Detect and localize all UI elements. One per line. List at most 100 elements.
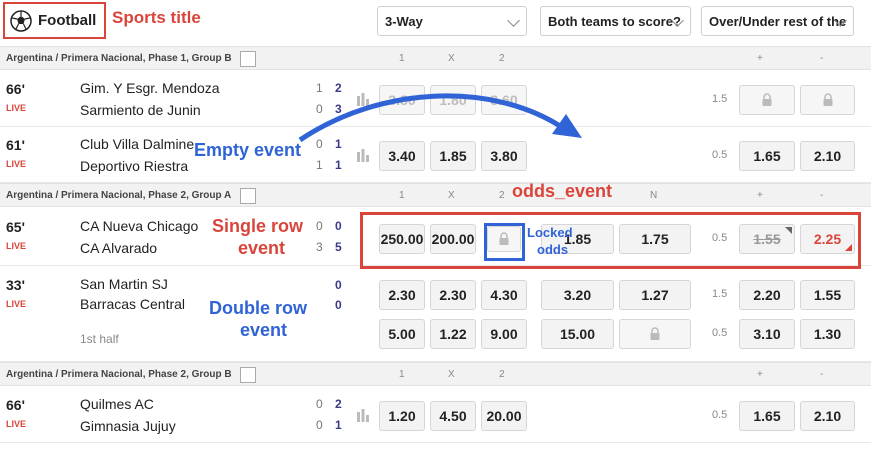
market-select-1-label: 3-Way	[385, 13, 423, 29]
annotation-single-row-1: Single row	[212, 216, 304, 236]
score: 0	[316, 219, 323, 233]
score: 0	[316, 397, 323, 411]
football-icon	[10, 9, 32, 32]
odds-button[interactable]: 2.30	[430, 280, 476, 310]
odds-button[interactable]: 20.00	[481, 401, 527, 431]
col-head-n: N	[650, 190, 658, 201]
stats-icon[interactable]	[240, 188, 256, 204]
odds-button[interactable]: 4.50	[430, 401, 476, 431]
sports-title[interactable]: Football	[3, 2, 106, 39]
odds-button[interactable]: 2.10	[800, 401, 855, 431]
match-minute: 65'	[6, 219, 25, 235]
odds-button[interactable]: 1.55	[800, 280, 855, 310]
odds-button[interactable]: 1.22	[430, 319, 476, 349]
locked-odds	[739, 85, 795, 115]
annotation-locked-2: odds	[537, 242, 569, 257]
score: 2	[335, 397, 342, 411]
market-select-2[interactable]: Both teams to score?	[540, 6, 691, 36]
odds-button[interactable]: 9.00	[481, 319, 527, 349]
col-head-x: X	[448, 190, 455, 201]
chevron-down-icon	[507, 14, 520, 27]
col-head-plus: +	[757, 53, 763, 64]
market-select-1[interactable]: 3-Way	[377, 6, 527, 36]
col-head-1: 1	[399, 369, 405, 380]
event-row[interactable]: 66' LIVE Quilmes AC Gimnasia Jujuy 0 2 0…	[0, 387, 871, 443]
away-team: Sarmiento de Junin	[80, 102, 201, 118]
away-team: CA Alvarado	[80, 240, 158, 256]
group-name: Argentina / Primera Nacional, Phase 2, G…	[6, 190, 232, 201]
home-team: CA Nueva Chicago	[80, 218, 199, 234]
score: 1	[335, 418, 342, 432]
home-team: Quilmes AC	[80, 396, 154, 412]
lock-icon	[823, 93, 832, 106]
col-head-2: 2	[499, 53, 505, 64]
annotation-odds-event: odds_event	[512, 181, 613, 201]
home-team: Gim. Y Esgr. Mendoza	[80, 80, 220, 96]
score: 0	[335, 278, 342, 292]
col-head-1: 1	[399, 53, 405, 64]
match-minute: 66'	[6, 81, 25, 97]
odds-button[interactable]: 3.10	[739, 319, 795, 349]
col-head-plus: +	[757, 190, 763, 201]
match-minute: 66'	[6, 397, 25, 413]
odds-button[interactable]: 5.00	[379, 319, 425, 349]
market-select-3[interactable]: Over/Under rest of the	[701, 6, 854, 36]
score: 5	[335, 240, 342, 254]
odds-button[interactable]: 1.30	[800, 319, 855, 349]
away-team: Deportivo Riestra	[80, 158, 189, 174]
stats-icon[interactable]	[240, 51, 256, 67]
annotation-single-row-2: event	[238, 238, 286, 258]
home-team: San Martin SJ	[80, 276, 168, 292]
event-row[interactable]: 33' LIVE San Martin SJ Barracas Central …	[0, 266, 871, 362]
handicap-value: 0.5	[712, 149, 728, 161]
live-badge: LIVE	[6, 159, 27, 169]
annotation-double-row-2: event	[240, 320, 288, 340]
annotation-sports-title: Sports title	[112, 8, 201, 27]
home-team: Club Villa Dalmine	[80, 136, 195, 152]
col-head-2: 2	[499, 369, 505, 380]
odds-event-highlight	[360, 212, 861, 269]
handicap-value: 0.5	[712, 327, 728, 339]
match-minute: 61'	[6, 137, 25, 153]
col-head-1: 1	[399, 190, 405, 201]
odds-button[interactable]: 3.20	[541, 280, 614, 310]
odds-button[interactable]: 15.00	[541, 319, 614, 349]
match-minute: 33'	[6, 277, 25, 293]
odds-button[interactable]: 1.65	[739, 141, 795, 171]
col-head-2: 2	[499, 190, 505, 201]
odds-button[interactable]: 1.65	[739, 401, 795, 431]
odds-button[interactable]: 2.30	[379, 280, 425, 310]
group-header: Argentina / Primera Nacional, Phase 1, G…	[0, 46, 871, 70]
arrow-icon	[298, 93, 582, 143]
live-badge: LIVE	[6, 299, 27, 309]
group-header: Argentina / Primera Nacional, Phase 2, G…	[0, 183, 871, 207]
col-head-plus: +	[757, 369, 763, 380]
handicap-value: 1.5	[712, 93, 728, 105]
odds-button[interactable]: 2.20	[739, 280, 795, 310]
score: 0	[335, 298, 342, 312]
live-badge: LIVE	[6, 419, 27, 429]
stats-bars-icon[interactable]	[356, 408, 370, 422]
market-select-3-label: Over/Under rest of the	[709, 13, 847, 29]
odds-button[interactable]: 4.30	[481, 280, 527, 310]
locked-odds	[800, 85, 855, 115]
handicap-value: 0.5	[712, 409, 728, 421]
stats-icon[interactable]	[240, 367, 256, 383]
match-period: 1st half	[80, 332, 119, 346]
away-team: Gimnasia Jujuy	[80, 418, 176, 434]
col-head-minus: -	[820, 190, 824, 201]
score: 1	[335, 158, 342, 172]
odds-button[interactable]: 1.20	[379, 401, 425, 431]
score: 3	[316, 240, 323, 254]
group-header: Argentina / Primera Nacional, Phase 2, G…	[0, 362, 871, 386]
score: 0	[335, 219, 342, 233]
lock-icon	[762, 93, 772, 106]
odds-button[interactable]: 2.10	[800, 141, 855, 171]
col-head-minus: -	[820, 369, 824, 380]
live-badge: LIVE	[6, 103, 27, 113]
score: 0	[316, 418, 323, 432]
group-name: Argentina / Primera Nacional, Phase 2, G…	[6, 369, 232, 380]
annotation-double-row-1: Double row	[209, 298, 307, 318]
annotation-empty-event: Empty event	[194, 140, 302, 160]
odds-button[interactable]: 1.27	[619, 280, 691, 310]
